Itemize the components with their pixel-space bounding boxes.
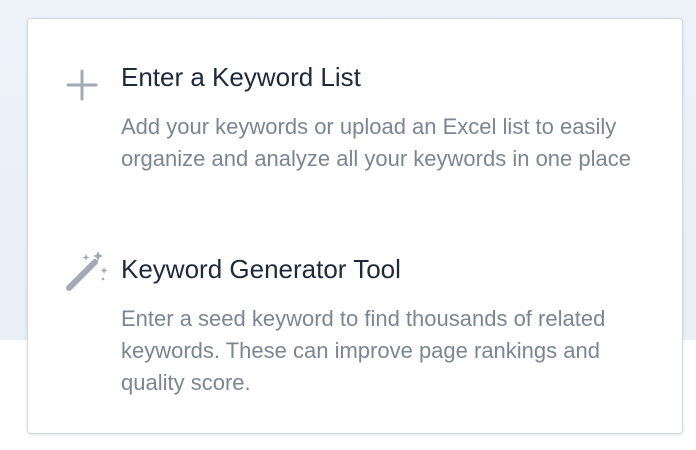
option-title: Enter a Keyword List (121, 62, 361, 92)
magic-wand-icon (64, 249, 108, 291)
option-description: Enter a seed keyword to find thousands o… (121, 306, 606, 395)
plus-icon (64, 67, 100, 103)
option-title: Keyword Generator Tool (121, 254, 401, 284)
option-description: Add your keywords or upload an Excel lis… (121, 114, 631, 171)
keyword-options-card: Enter a Keyword List Add your keywords o… (27, 18, 683, 434)
